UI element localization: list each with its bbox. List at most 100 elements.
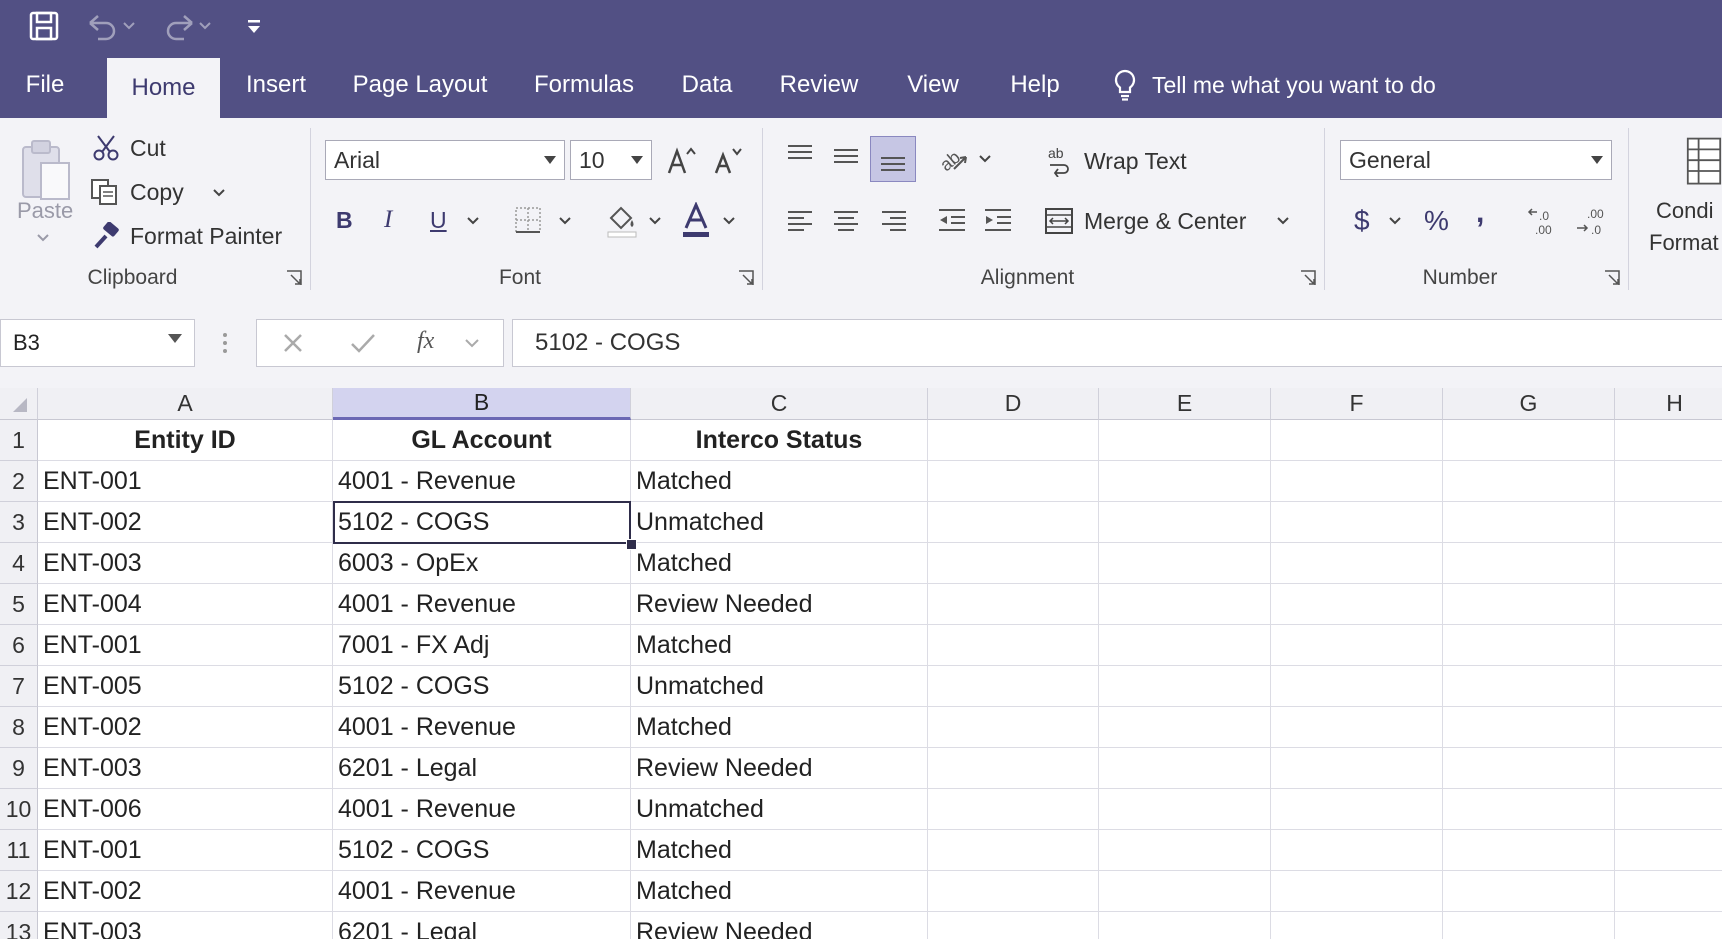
- empty-cell[interactable]: [1443, 543, 1615, 584]
- table-cell[interactable]: 4001 - Revenue: [333, 871, 631, 912]
- table-cell[interactable]: 5102 - COGS: [333, 666, 631, 707]
- fill-handle[interactable]: [626, 539, 637, 550]
- insert-function-button[interactable]: fx: [417, 328, 434, 355]
- column-header-c[interactable]: C: [631, 388, 928, 420]
- empty-cell[interactable]: [928, 584, 1099, 625]
- empty-cell[interactable]: [1443, 461, 1615, 502]
- empty-cell[interactable]: [1271, 789, 1443, 830]
- wrap-text-button[interactable]: ab Wrap Text: [1046, 142, 1187, 180]
- empty-cell[interactable]: [1099, 461, 1271, 502]
- empty-cell[interactable]: [1443, 830, 1615, 871]
- currency-dropdown-icon[interactable]: [1386, 214, 1404, 228]
- table-cell[interactable]: Matched: [631, 871, 928, 912]
- tab-insert[interactable]: Insert: [236, 52, 316, 118]
- merge-center-button[interactable]: Merge & Center: [1044, 202, 1246, 240]
- conditional-formatting-label-2[interactable]: Format: [1649, 230, 1722, 256]
- table-cell[interactable]: Matched: [631, 830, 928, 871]
- column-header-g[interactable]: G: [1443, 388, 1615, 420]
- column-header-a[interactable]: A: [38, 388, 333, 420]
- number-format-combo[interactable]: General: [1340, 140, 1612, 180]
- table-cell[interactable]: ENT-004: [38, 584, 333, 625]
- empty-cell[interactable]: [1443, 625, 1615, 666]
- table-cell[interactable]: Review Needed: [631, 912, 928, 939]
- table-cell[interactable]: 4001 - Revenue: [333, 461, 631, 502]
- decrease-font-size-icon[interactable]: [710, 142, 746, 180]
- fill-color-icon[interactable]: [604, 200, 640, 240]
- column-header-d[interactable]: D: [928, 388, 1099, 420]
- empty-cell[interactable]: [1443, 420, 1615, 461]
- column-header-h[interactable]: H: [1615, 388, 1722, 420]
- name-box[interactable]: B3: [0, 319, 195, 367]
- bold-button[interactable]: B: [336, 200, 353, 240]
- empty-cell[interactable]: [1615, 461, 1722, 502]
- empty-cell[interactable]: [1443, 912, 1615, 939]
- more-options-icon[interactable]: [222, 332, 228, 354]
- empty-cell[interactable]: [1271, 502, 1443, 543]
- empty-cell[interactable]: [1271, 707, 1443, 748]
- table-cell[interactable]: Matched: [631, 543, 928, 584]
- table-cell[interactable]: 6201 - Legal: [333, 912, 631, 939]
- empty-cell[interactable]: [928, 789, 1099, 830]
- chevron-down-icon[interactable]: [631, 141, 643, 179]
- increase-font-size-icon[interactable]: [664, 142, 700, 180]
- comma-style-button[interactable]: ,: [1476, 194, 1484, 232]
- empty-cell[interactable]: [1099, 543, 1271, 584]
- tab-help[interactable]: Help: [1004, 52, 1066, 118]
- table-cell[interactable]: 6201 - Legal: [333, 748, 631, 789]
- table-cell[interactable]: ENT-002: [38, 502, 333, 543]
- bottom-align-icon[interactable]: [870, 136, 916, 182]
- empty-cell[interactable]: [1615, 912, 1722, 939]
- empty-cell[interactable]: [1443, 748, 1615, 789]
- chevron-down-icon[interactable]: [544, 141, 556, 179]
- table-cell[interactable]: Unmatched: [631, 789, 928, 830]
- table-cell[interactable]: 6003 - OpEx: [333, 543, 631, 584]
- table-cell[interactable]: ENT-002: [38, 707, 333, 748]
- font-size-combo[interactable]: 10: [570, 140, 652, 180]
- row-header-3[interactable]: 3: [0, 502, 38, 543]
- empty-cell[interactable]: [928, 543, 1099, 584]
- table-header-cell[interactable]: Entity ID: [38, 420, 333, 461]
- empty-cell[interactable]: [1615, 871, 1722, 912]
- empty-cell[interactable]: [1271, 543, 1443, 584]
- merge-dropdown-icon[interactable]: [1274, 214, 1292, 228]
- row-header-8[interactable]: 8: [0, 707, 38, 748]
- italic-button[interactable]: I: [384, 200, 392, 240]
- empty-cell[interactable]: [928, 666, 1099, 707]
- empty-cell[interactable]: [1099, 502, 1271, 543]
- empty-cell[interactable]: [1615, 666, 1722, 707]
- row-header-5[interactable]: 5: [0, 584, 38, 625]
- empty-cell[interactable]: [1271, 666, 1443, 707]
- empty-cell[interactable]: [1271, 830, 1443, 871]
- row-header-2[interactable]: 2: [0, 461, 38, 502]
- table-cell[interactable]: Review Needed: [631, 584, 928, 625]
- tab-view[interactable]: View: [898, 52, 968, 118]
- tab-data[interactable]: Data: [676, 52, 738, 118]
- empty-cell[interactable]: [1615, 584, 1722, 625]
- formula-input[interactable]: 5102 - COGS: [512, 319, 1722, 367]
- font-color-dropdown-icon[interactable]: [720, 214, 738, 228]
- empty-cell[interactable]: [1099, 625, 1271, 666]
- table-cell[interactable]: ENT-006: [38, 789, 333, 830]
- empty-cell[interactable]: [1615, 748, 1722, 789]
- empty-cell[interactable]: [1271, 912, 1443, 939]
- empty-cell[interactable]: [1271, 871, 1443, 912]
- empty-cell[interactable]: [1271, 625, 1443, 666]
- table-cell[interactable]: Review Needed: [631, 748, 928, 789]
- empty-cell[interactable]: [1099, 789, 1271, 830]
- empty-cell[interactable]: [928, 420, 1099, 461]
- clipboard-launcher-icon[interactable]: [286, 270, 302, 286]
- row-header-4[interactable]: 4: [0, 543, 38, 584]
- increase-indent-icon[interactable]: [978, 200, 1018, 240]
- table-cell[interactable]: ENT-001: [38, 461, 333, 502]
- column-header-b[interactable]: B: [333, 388, 631, 420]
- borders-dropdown-icon[interactable]: [556, 214, 574, 228]
- copy-button[interactable]: Copy: [90, 174, 184, 210]
- row-header-10[interactable]: 10: [0, 789, 38, 830]
- empty-cell[interactable]: [1615, 420, 1722, 461]
- table-cell[interactable]: ENT-005: [38, 666, 333, 707]
- fill-color-dropdown-icon[interactable]: [646, 214, 664, 228]
- redo-icon[interactable]: [158, 8, 216, 44]
- currency-button[interactable]: $: [1354, 202, 1370, 240]
- row-header-11[interactable]: 11: [0, 830, 38, 871]
- table-cell[interactable]: 7001 - FX Adj: [333, 625, 631, 666]
